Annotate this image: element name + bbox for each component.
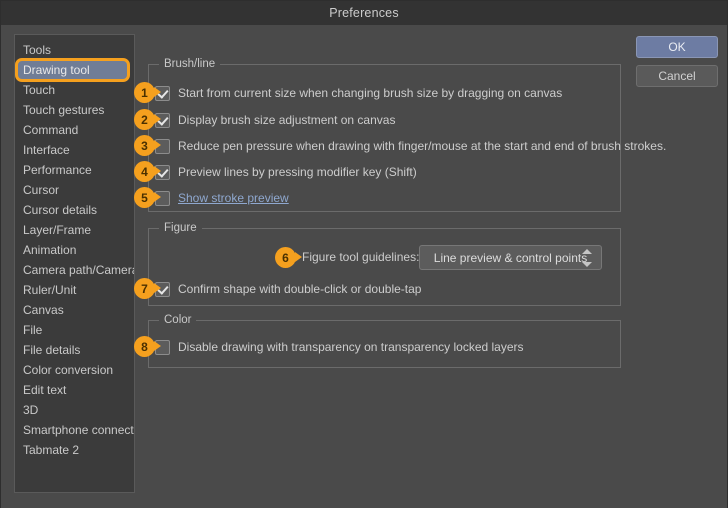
sidebar-item-tabmate-2[interactable]: Tabmate 2 — [15, 440, 134, 460]
figure-group-legend: Figure — [159, 222, 202, 234]
sidebar-item-layer-frame[interactable]: Layer/Frame — [15, 220, 134, 240]
sidebar-item-command[interactable]: Command — [15, 120, 134, 140]
sidebar-item-tools[interactable]: Tools — [15, 40, 134, 60]
sidebar-item-ruler-unit[interactable]: Ruler/Unit — [15, 280, 134, 300]
sidebar-item-file-details[interactable]: File details — [15, 340, 134, 360]
callout-badge-5: 5 — [134, 187, 161, 208]
link-show-stroke-preview[interactable]: Show stroke preview — [178, 191, 289, 205]
callout-badge-6: 6 — [275, 247, 302, 268]
ok-button[interactable]: OK — [636, 36, 718, 58]
sidebar-item-edit-text[interactable]: Edit text — [15, 380, 134, 400]
checkbox-row-reduce-pen-pressure[interactable]: Reduce pen pressure when drawing with fi… — [155, 137, 666, 155]
figure-tool-guidelines-select[interactable]: Line preview & control points — [419, 245, 602, 270]
sidebar-item-smartphone-connection[interactable]: Smartphone connection — [15, 420, 134, 440]
sidebar-item-cursor[interactable]: Cursor — [15, 180, 134, 200]
checkbox-row-show-stroke-preview[interactable]: Show stroke preview — [155, 189, 289, 207]
sidebar-item-animation[interactable]: Animation — [15, 240, 134, 260]
sidebar-item-cursor-details[interactable]: Cursor details — [15, 200, 134, 220]
checkbox-row-preview-lines[interactable]: Preview lines by pressing modifier key (… — [155, 163, 417, 181]
category-sidebar[interactable]: Tools Drawing tool Touch Touch gestures … — [14, 34, 135, 493]
sidebar-item-canvas[interactable]: Canvas — [15, 300, 134, 320]
checkbox-label-disable-drawing-transparency: Disable drawing with transparency on tra… — [178, 340, 524, 354]
figure-tool-guidelines-label: Figure tool guidelines: — [302, 250, 420, 264]
checkbox-row-disable-drawing-transparency[interactable]: Disable drawing with transparency on tra… — [155, 338, 524, 356]
callout-badge-3: 3 — [134, 135, 161, 156]
checkbox-row-display-brush-size-adjustment[interactable]: Display brush size adjustment on canvas — [155, 111, 395, 129]
color-group-legend: Color — [159, 314, 197, 326]
sidebar-item-file[interactable]: File — [15, 320, 134, 340]
sidebar-item-touch[interactable]: Touch — [15, 80, 134, 100]
checkbox-label-reduce-pen-pressure: Reduce pen pressure when drawing with fi… — [178, 139, 667, 153]
sidebar-item-interface[interactable]: Interface — [15, 140, 134, 160]
callout-badge-8: 8 — [134, 336, 161, 357]
spinner-arrows-icon[interactable] — [581, 249, 593, 267]
checkbox-row-confirm-shape[interactable]: Confirm shape with double-click or doubl… — [155, 280, 421, 298]
checkbox-row-start-from-current-size[interactable]: Start from current size when changing br… — [155, 84, 562, 102]
checkbox-label-preview-lines: Preview lines by pressing modifier key (… — [178, 165, 417, 179]
callout-badge-1: 1 — [134, 82, 161, 103]
callout-badge-7: 7 — [134, 278, 161, 299]
checkbox-label-display-brush-size-adjustment: Display brush size adjustment on canvas — [178, 113, 396, 127]
checkbox-label-start-from-current-size: Start from current size when changing br… — [178, 86, 563, 100]
cancel-button[interactable]: Cancel — [636, 65, 718, 87]
title-bar: Preferences — [1, 1, 727, 25]
window-title: Preferences — [329, 6, 399, 20]
preferences-dialog: Preferences Tools Drawing tool Touch Tou… — [0, 0, 728, 508]
sidebar-item-3d[interactable]: 3D — [15, 400, 134, 420]
chevron-down-icon — [582, 262, 592, 267]
chevron-up-icon — [582, 249, 592, 254]
dialog-body: Tools Drawing tool Touch Touch gestures … — [1, 25, 727, 508]
sidebar-item-performance[interactable]: Performance — [15, 160, 134, 180]
checkbox-label-confirm-shape: Confirm shape with double-click or doubl… — [178, 282, 422, 296]
figure-tool-guidelines-value: Line preview & control points — [433, 250, 588, 265]
sidebar-item-color-conversion[interactable]: Color conversion — [15, 360, 134, 380]
callout-badge-4: 4 — [134, 161, 161, 182]
brush-line-group-legend: Brush/line — [159, 58, 221, 70]
callout-badge-2: 2 — [134, 109, 161, 130]
sidebar-item-camera-path-camera[interactable]: Camera path/Camera — [15, 260, 134, 280]
sidebar-item-drawing-tool[interactable]: Drawing tool — [15, 58, 130, 82]
sidebar-item-touch-gestures[interactable]: Touch gestures — [15, 100, 134, 120]
